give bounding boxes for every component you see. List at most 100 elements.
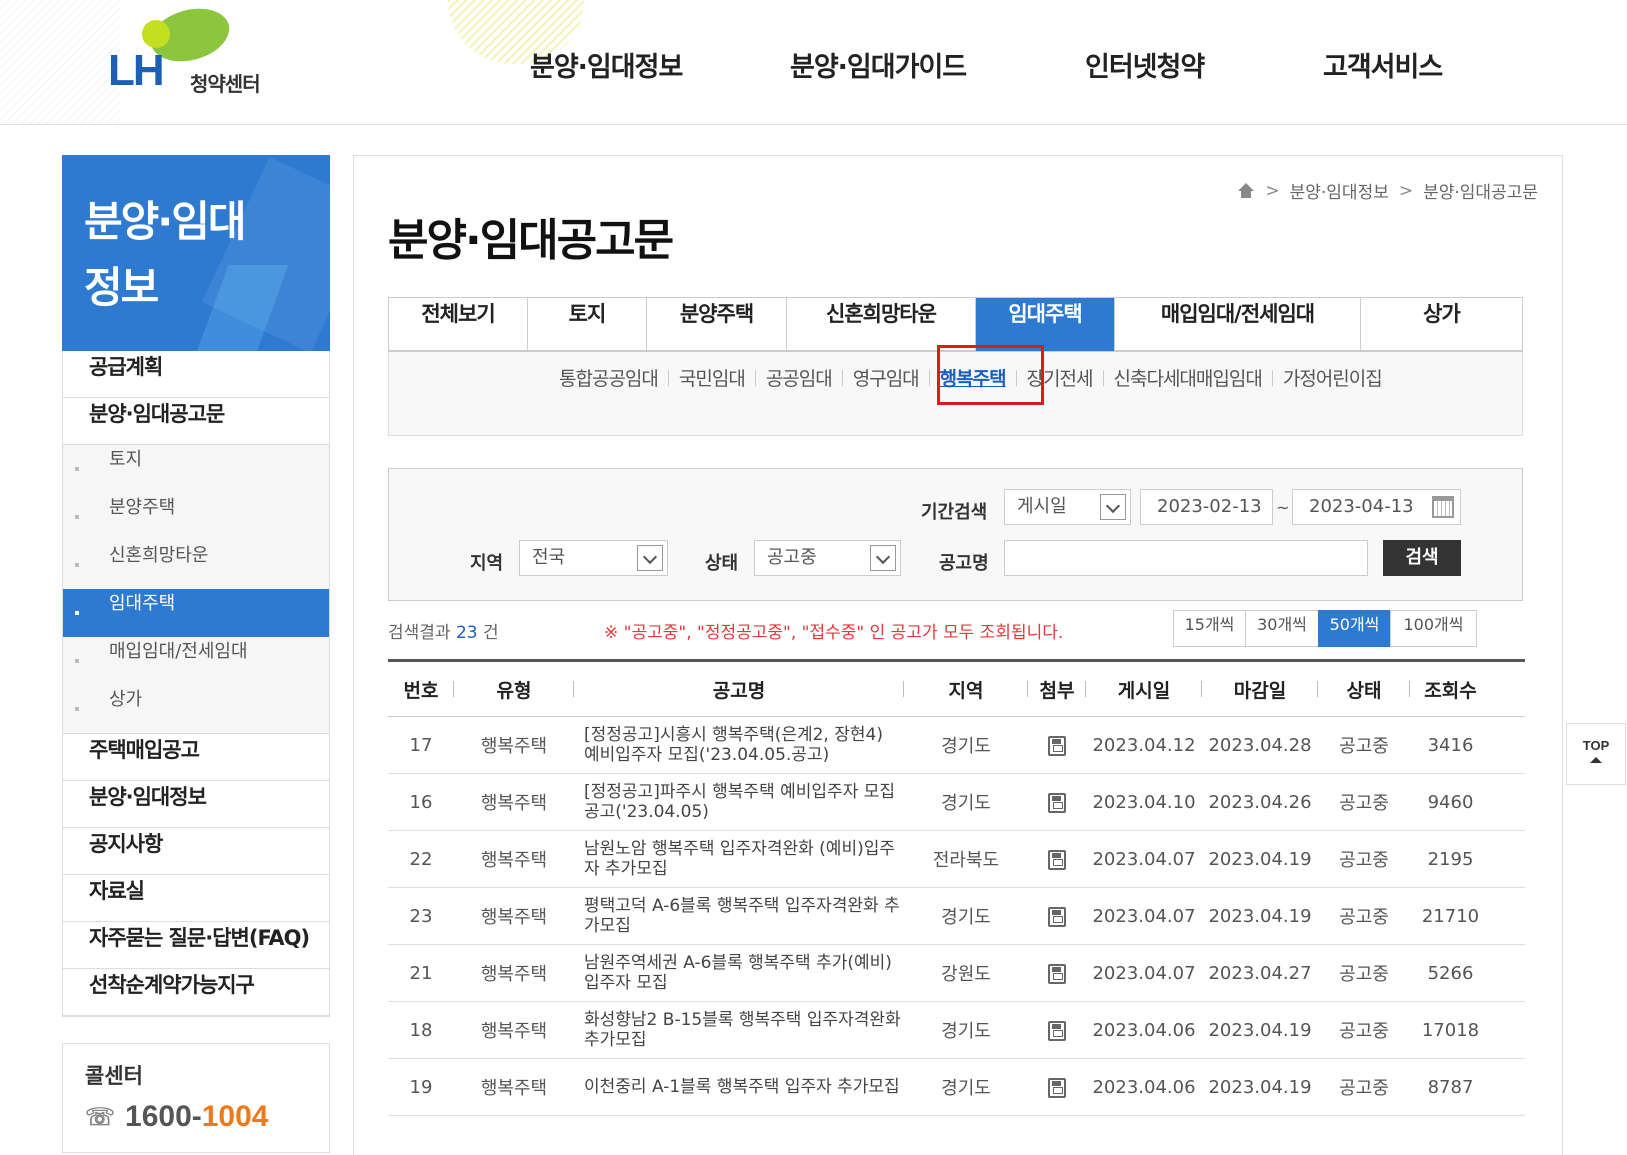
cell-deadline: 2023.04.28 bbox=[1208, 734, 1312, 756]
sidebar-subitem-sale-housing[interactable]: 분양주택 bbox=[63, 493, 329, 541]
tab-land[interactable]: 토지 bbox=[528, 298, 647, 351]
cell-posted: 2023.04.07 bbox=[1092, 962, 1196, 984]
tab-rental[interactable]: 임대주택 bbox=[976, 298, 1115, 351]
breadcrumb-level2[interactable]: 분양·임대공고문 bbox=[1423, 178, 1538, 203]
subtab-permanent[interactable]: 영구임대 bbox=[853, 364, 920, 391]
table-row[interactable]: 17 행복주택 [정정공고]시흥시 행복주택(은계2, 장현4) 예비입주자 모집(… bbox=[388, 717, 1525, 774]
region-select[interactable]: 전국 bbox=[519, 540, 668, 576]
sidebar-item-notices-board[interactable]: 분양·임대공고문 bbox=[63, 398, 329, 445]
cell-deadline: 2023.04.19 bbox=[1208, 1019, 1312, 1041]
status-label: 상태 bbox=[705, 553, 739, 574]
cell-attachment bbox=[1028, 735, 1086, 756]
per-page-30[interactable]: 30개씩 bbox=[1245, 610, 1319, 647]
sidebar-item-first-come[interactable]: 선착순계약가능지구 bbox=[63, 969, 329, 1016]
sidebar-item-supply-plan[interactable]: 공급계획 bbox=[63, 351, 329, 398]
attachment-file-icon[interactable] bbox=[1048, 906, 1066, 927]
title-search-input[interactable] bbox=[1004, 540, 1368, 576]
cell-title[interactable]: 이천중리 A-1블록 행복주택 입주자 추가모집 bbox=[574, 1077, 904, 1097]
cell-number: 22 bbox=[409, 848, 433, 870]
table-row[interactable]: 16 행복주택 [정정공고]파주시 행복주택 예비입주자 모집공고('23.04.0… bbox=[388, 774, 1525, 831]
attachment-file-icon[interactable] bbox=[1048, 963, 1066, 984]
period-type-value: 게시일 bbox=[1017, 496, 1067, 517]
search-button[interactable]: 검색 bbox=[1383, 540, 1461, 576]
subtab-public[interactable]: 공공임대 bbox=[766, 364, 833, 391]
date-to-value: 2023-04-13 bbox=[1309, 496, 1414, 517]
subtab-daycare[interactable]: 가정어린이집 bbox=[1283, 364, 1383, 391]
cell-region: 경기도 bbox=[941, 907, 991, 928]
cell-title[interactable]: 평택고덕 A-6블록 행복주택 입주자격완화 추가모집 bbox=[574, 896, 904, 936]
callcenter-number-part2: 1004 bbox=[201, 1100, 269, 1133]
table-row[interactable]: 23 행복주택 평택고덕 A-6블록 행복주택 입주자격완화 추가모집 경기도 2023… bbox=[388, 888, 1525, 945]
tab-purchase-rental[interactable]: 매입임대/전세임대 bbox=[1115, 298, 1361, 351]
gnb-item-info[interactable]: 분양·임대정보 bbox=[530, 45, 690, 84]
attachment-file-icon[interactable] bbox=[1048, 1077, 1066, 1098]
table-row[interactable]: 21 행복주택 남원주역세권 A-6블록 행복주택 추가(예비)입주자 모집 강원도 2… bbox=[388, 945, 1525, 1002]
sidebar-item-housing-purchase[interactable]: 주택매입공고 bbox=[63, 734, 329, 781]
chevron-right-icon: > bbox=[1398, 180, 1414, 201]
attachment-file-icon[interactable] bbox=[1048, 792, 1066, 813]
per-page-50[interactable]: 50개씩 bbox=[1318, 610, 1391, 647]
cell-title[interactable]: 남원주역세권 A-6블록 행복주택 추가(예비)입주자 모집 bbox=[574, 953, 904, 993]
cell-type: 행복주택 bbox=[480, 907, 548, 928]
cell-number: 23 bbox=[409, 905, 433, 927]
subtab-new-multiunit[interactable]: 신축다세대매입임대 bbox=[1114, 364, 1263, 391]
cell-posted: 2023.04.07 bbox=[1092, 905, 1196, 927]
cell-number: 16 bbox=[409, 791, 433, 813]
table-row[interactable]: 22 행복주택 남원노암 행복주택 입주자격완화 (예비)입주자 추가모집 전라북도 2… bbox=[388, 831, 1525, 888]
sidebar-subitem-rental[interactable]: 임대주택 bbox=[63, 589, 329, 637]
cell-attachment bbox=[1028, 906, 1086, 927]
cell-title[interactable]: [정정공고]시흥시 행복주택(은계2, 장현4) 예비입주자 모집('23.04… bbox=[574, 725, 904, 765]
tab-commercial[interactable]: 상가 bbox=[1361, 298, 1522, 351]
tab-all[interactable]: 전체보기 bbox=[389, 298, 528, 351]
divider bbox=[841, 369, 843, 386]
table-header: 번호 유형 공고명 지역 첨부 게시일 마감일 상태 조회수 bbox=[388, 662, 1525, 717]
attachment-file-icon[interactable] bbox=[1048, 1020, 1066, 1041]
home-icon[interactable] bbox=[1237, 182, 1255, 199]
attachment-file-icon[interactable] bbox=[1048, 849, 1066, 870]
cell-attachment bbox=[1028, 1077, 1086, 1098]
gnb-item-apply[interactable]: 인터넷청약 bbox=[1085, 45, 1223, 84]
per-page-100[interactable]: 100개씩 bbox=[1390, 610, 1477, 647]
chevron-down-icon bbox=[1100, 494, 1126, 520]
breadcrumb-level1[interactable]: 분양·임대정보 bbox=[1290, 178, 1389, 203]
region-label: 지역 bbox=[470, 553, 504, 574]
subtab-integrated[interactable]: 통합공공임대 bbox=[559, 364, 659, 391]
sidebar-subitem-purchase-rental[interactable]: 매입임대/전세임대 bbox=[63, 637, 329, 685]
sidebar-subitem-commercial[interactable]: 상가 bbox=[63, 685, 329, 733]
cell-number: 19 bbox=[409, 1076, 433, 1098]
cell-title[interactable]: 남원노암 행복주택 입주자격완화 (예비)입주자 추가모집 bbox=[574, 839, 904, 879]
sidebar-subitem-newlywed[interactable]: 신혼희망타운 bbox=[63, 541, 329, 589]
date-to-input[interactable]: 2023-04-13 bbox=[1292, 489, 1461, 525]
date-separator: ~ bbox=[1276, 498, 1290, 517]
subtab-national[interactable]: 국민임대 bbox=[679, 364, 746, 391]
date-from-input[interactable]: 2023-02-13 bbox=[1140, 489, 1273, 525]
cell-title[interactable]: 화성향남2 B-15블록 행복주택 입주자격완화 추가모집 bbox=[574, 1010, 904, 1050]
period-type-select[interactable]: 게시일 bbox=[1004, 489, 1131, 525]
cell-type: 행복주택 bbox=[480, 964, 548, 985]
calendar-icon[interactable] bbox=[1432, 496, 1454, 518]
table-row[interactable]: 19 행복주택 이천중리 A-1블록 행복주택 입주자 추가모집 경기도 2023.04… bbox=[388, 1059, 1525, 1116]
logo-dot-icon bbox=[142, 20, 170, 48]
cell-posted: 2023.04.07 bbox=[1092, 848, 1196, 870]
sidebar-item-announcements[interactable]: 공지사항 bbox=[63, 828, 329, 875]
cell-posted: 2023.04.12 bbox=[1092, 734, 1196, 756]
scroll-top-button[interactable]: TOP bbox=[1566, 723, 1626, 785]
tab-sale-housing[interactable]: 분양주택 bbox=[647, 298, 787, 351]
sidebar-item-info[interactable]: 분양·임대정보 bbox=[63, 781, 329, 828]
lh-logo[interactable]: LH 청약센터 bbox=[108, 0, 278, 96]
sidebar-subitem-land[interactable]: 토지 bbox=[63, 445, 329, 493]
sidebar-item-archive[interactable]: 자료실 bbox=[63, 875, 329, 922]
attachment-file-icon[interactable] bbox=[1048, 735, 1066, 756]
per-page-15[interactable]: 15개씩 bbox=[1173, 610, 1246, 647]
cell-title[interactable]: [정정공고]파주시 행복주택 예비입주자 모집공고('23.04.05) bbox=[574, 782, 904, 822]
sidebar-title: 분양·임대 정보 bbox=[84, 189, 247, 321]
col-title: 공고명 bbox=[574, 676, 904, 703]
gnb-item-service[interactable]: 고객서비스 bbox=[1323, 45, 1443, 84]
divider bbox=[928, 369, 930, 386]
top-label: TOP bbox=[1582, 738, 1610, 753]
gnb-item-guide[interactable]: 분양·임대가이드 bbox=[790, 45, 985, 84]
sidebar-item-faq[interactable]: 자주묻는 질문·답변(FAQ) bbox=[63, 922, 329, 969]
status-select[interactable]: 공고중 bbox=[754, 540, 901, 576]
tab-newlywed[interactable]: 신혼희망타운 bbox=[787, 298, 976, 351]
table-row[interactable]: 18 행복주택 화성향남2 B-15블록 행복주택 입주자격완화 추가모집 경기도 20… bbox=[388, 1002, 1525, 1059]
